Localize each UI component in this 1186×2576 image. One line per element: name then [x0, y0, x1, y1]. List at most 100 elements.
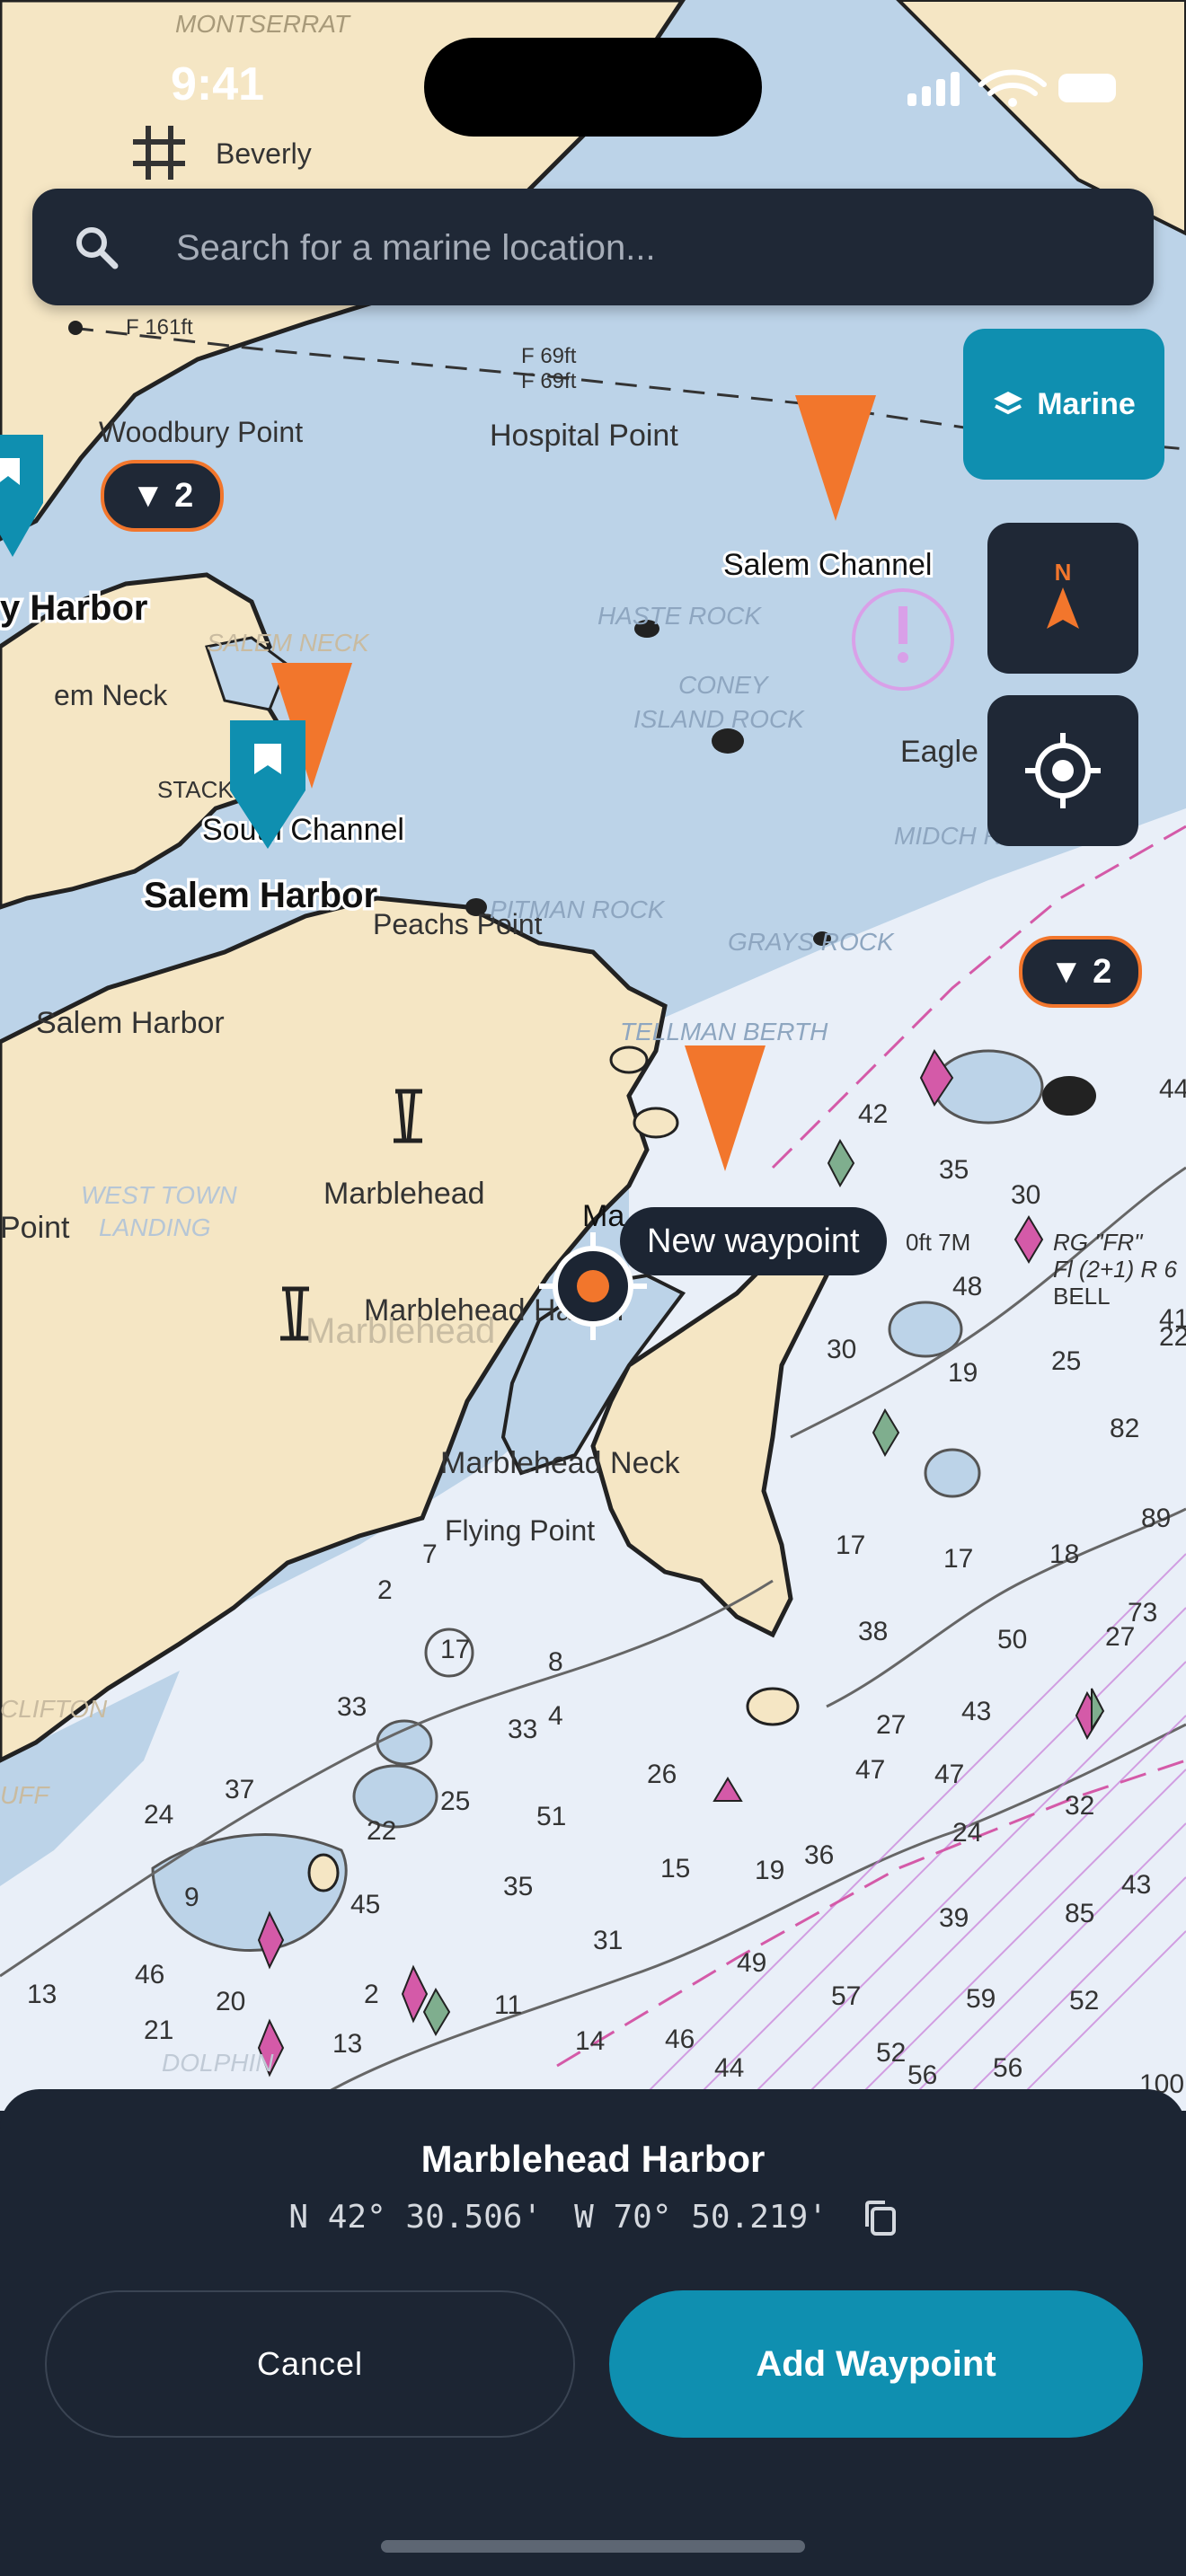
map-label: Hospital Point	[490, 419, 678, 453]
waypoint-cluster-badge[interactable]: ▼ 2	[101, 460, 225, 532]
depth-sounding: 32	[1065, 1791, 1094, 1821]
depth-sounding: 57	[831, 1981, 861, 2011]
depth-sounding: 27	[876, 1710, 906, 1740]
depth-sounding: 47	[934, 1760, 964, 1789]
map-label: HASTE ROCK	[597, 602, 762, 630]
depth-sounding: 7	[422, 1539, 438, 1569]
dynamic-island	[424, 38, 762, 137]
depth-sounding: 19	[948, 1358, 978, 1388]
map-label: CLIFTON	[0, 1695, 108, 1723]
map-label: Salem Harbor	[144, 876, 377, 915]
depth-sounding: 18	[1049, 1539, 1079, 1569]
depth-sounding: 49	[737, 1948, 766, 1978]
depth-sounding: 42	[858, 1099, 888, 1129]
home-indicator	[381, 2540, 805, 2553]
crosshair-location-icon	[1025, 733, 1101, 808]
map-label: Marblehead	[323, 1177, 485, 1211]
map-label: South Channel	[202, 813, 404, 847]
depth-sounding: 47	[855, 1755, 885, 1785]
depth-sounding: 44	[714, 2053, 744, 2083]
depth-sounding: 33	[508, 1715, 537, 1744]
depth-sounding: 46	[135, 1960, 164, 1989]
search-icon	[76, 227, 119, 269]
locate-me-button[interactable]	[987, 695, 1138, 846]
coordinates-row: N 42° 30.506' W 70° 50.219'	[0, 2199, 1186, 2237]
depth-sounding: 46	[665, 2025, 695, 2054]
depth-sounding: 22	[367, 1816, 396, 1846]
depth-sounding: 52	[876, 2038, 906, 2068]
map-label: GRAYS ROCK	[728, 928, 895, 956]
depth-sounding: 56	[993, 2053, 1022, 2083]
map-label: Salem Harbor	[36, 1006, 225, 1040]
map-label: PITMAN ROCK	[490, 895, 666, 923]
map-label: TELLMAN BERTH	[620, 1018, 828, 1045]
depth-sounding: 21	[144, 2016, 173, 2045]
map-label: Fl (2+1) R 6	[1053, 1256, 1178, 1283]
map-label: CONEY	[678, 671, 770, 699]
map-label: Marblehead	[305, 1311, 495, 1351]
compass-button[interactable]: N	[987, 523, 1138, 674]
map-label: Eagle	[900, 735, 978, 769]
depth-sounding: 25	[1051, 1346, 1081, 1376]
depth-sounding: 11	[494, 1990, 522, 2020]
depth-sounding: 24	[144, 1800, 173, 1830]
map-label: SALEM NECK	[207, 629, 370, 657]
nautical-chart-map[interactable]: MONTSERRAT Beverly F 161ft F 69ft F 69ft…	[0, 0, 1186, 2111]
depth-sounding: 43	[1121, 1870, 1151, 1900]
depth-sounding: 41	[1159, 1304, 1186, 1334]
depth-sounding: 19	[755, 1856, 784, 1885]
map-label: Marblehead Neck	[440, 1446, 680, 1480]
depth-sounding: 24	[952, 1818, 982, 1848]
map-label: y Harbor	[0, 588, 148, 628]
status-time: 9:41	[171, 58, 265, 110]
depth-sounding: 52	[1069, 1986, 1099, 2016]
map-label: F 69ft	[521, 344, 577, 368]
depth-sounding: 37	[225, 1775, 254, 1804]
depth-sounding: 35	[939, 1155, 969, 1185]
north-arrow-icon	[1047, 587, 1079, 629]
depth-sounding: 38	[858, 1617, 888, 1646]
depth-sounding: 82	[1110, 1414, 1139, 1443]
depth-sounding: 2	[377, 1575, 393, 1605]
depth-sounding: 39	[939, 1903, 969, 1933]
marine-map-screen: MONTSERRAT Beverly F 161ft F 69ft F 69ft…	[0, 0, 1186, 2576]
depth-sounding: 43	[961, 1697, 991, 1726]
map-layer-button[interactable]: Marine	[963, 329, 1164, 480]
wifi-icon	[978, 69, 1047, 96]
location-title: Marblehead Harbor	[420, 2138, 766, 2180]
depth-sounding: 85	[1065, 1899, 1094, 1928]
add-waypoint-button[interactable]: Add Waypoint	[609, 2290, 1143, 2438]
depth-sounding: 48	[952, 1272, 982, 1301]
depth-sounding: 45	[350, 1890, 380, 1919]
map-label: LANDING	[99, 1213, 210, 1241]
map-label: Woodbury Point	[99, 416, 303, 448]
map-label: BELL	[1053, 1283, 1111, 1310]
map-label: ISLAND ROCK	[633, 705, 805, 733]
depth-sounding: 15	[660, 1854, 690, 1883]
new-waypoint-tooltip: New waypoint	[620, 1207, 887, 1275]
status-icons	[907, 69, 1116, 107]
depth-sounding: 33	[337, 1692, 367, 1722]
depth-sounding: 17	[943, 1544, 973, 1574]
map-label: em Neck	[54, 679, 168, 711]
depth-sounding: 89	[1141, 1504, 1171, 1533]
map-label: MONTSERRAT	[175, 10, 351, 38]
battery-icon	[1058, 74, 1116, 102]
depth-sounding: 59	[966, 1984, 996, 2014]
cancel-button[interactable]: Cancel	[45, 2290, 575, 2438]
depth-sounding: 17	[836, 1531, 865, 1560]
waypoint-cluster-badge[interactable]: ▼ 2	[1019, 936, 1143, 1008]
map-layer-label: Marine	[1037, 386, 1136, 421]
search-input[interactable]	[174, 214, 1112, 282]
map-label: 0ft 7M	[906, 1229, 970, 1256]
depth-sounding: 20	[216, 1987, 245, 2016]
map-label: Ma	[582, 1199, 624, 1233]
depth-sounding: 30	[1011, 1180, 1040, 1210]
depth-sounding: 14	[575, 2026, 605, 2056]
map-label: F 69ft	[521, 369, 577, 393]
depth-sounding: 36	[804, 1840, 834, 1870]
depth-sounding: 31	[593, 1926, 623, 1955]
search-bar[interactable]	[32, 189, 1154, 305]
depth-sounding: 30	[827, 1335, 856, 1364]
copy-icon[interactable]	[863, 2200, 898, 2237]
